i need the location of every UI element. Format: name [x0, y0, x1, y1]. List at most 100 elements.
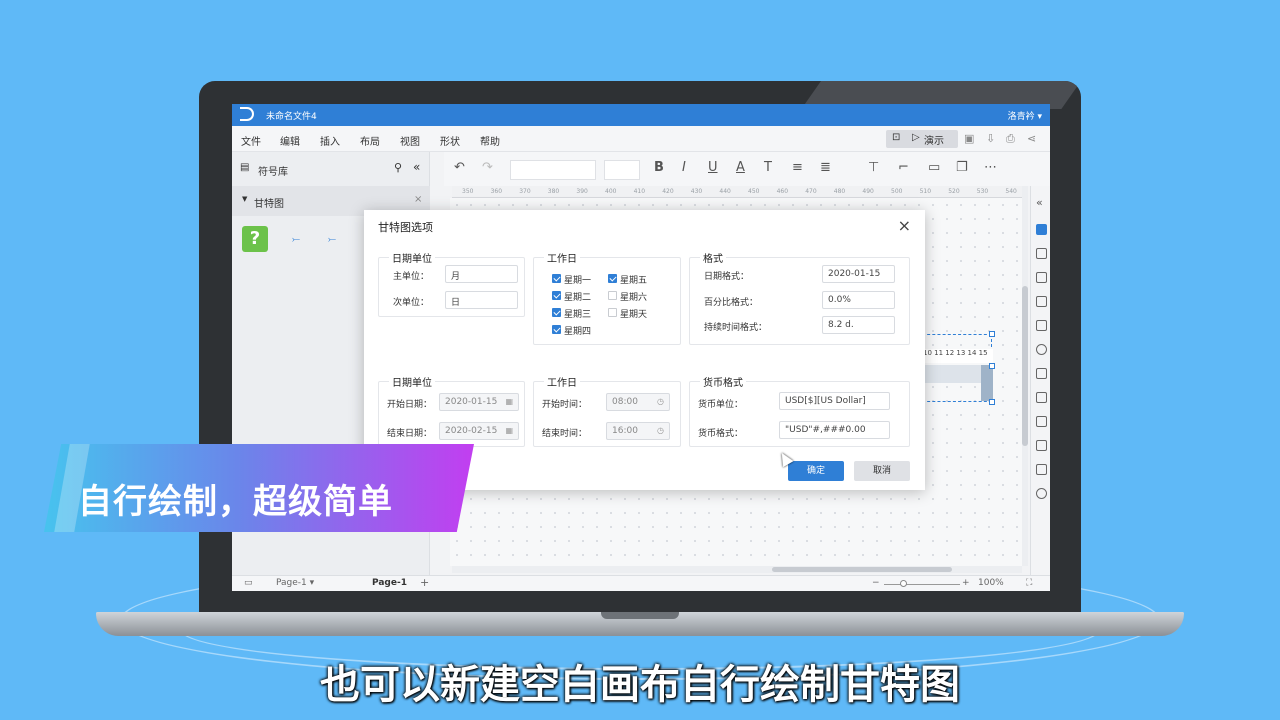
ruler-tick: 490 — [862, 188, 874, 195]
group-title: 工作日 — [544, 374, 580, 389]
resize-handle[interactable] — [989, 331, 995, 337]
font-color-icon[interactable]: A — [736, 160, 745, 175]
cancel-button[interactable]: 取消 — [854, 461, 910, 481]
text-style-icon[interactable]: T — [764, 160, 772, 175]
grid-icon[interactable] — [1036, 272, 1047, 283]
menu-shape[interactable]: 形状 — [440, 133, 460, 148]
style-icon[interactable] — [1036, 248, 1047, 259]
menu-bar: 文件 编辑 插入 布局 视图 形状 帮助 ⊡ ▷ 演示 ▣ ⇩ ⎙ ⋖ — [232, 126, 1050, 152]
question-shape-icon[interactable]: ? — [242, 226, 268, 252]
redo-icon[interactable]: ↷ — [482, 160, 493, 175]
data-icon[interactable] — [1036, 344, 1047, 355]
page-tab[interactable]: Page-1 — [372, 578, 407, 588]
menu-edit[interactable]: 编辑 — [280, 133, 300, 148]
menu-help[interactable]: 帮助 — [480, 133, 500, 148]
calendar-icon[interactable]: ▦ — [505, 426, 513, 435]
ruler-tick: 480 — [833, 188, 846, 195]
outline-icon[interactable] — [1036, 440, 1047, 451]
zoom-slider-thumb[interactable] — [900, 580, 907, 587]
zoom-slider[interactable] — [884, 584, 960, 585]
undo-icon[interactable]: ↶ — [454, 160, 465, 175]
menu-layout[interactable]: 布局 — [360, 133, 380, 148]
frame-icon[interactable]: ▭ — [928, 160, 940, 175]
close-icon[interactable]: × — [898, 216, 911, 235]
end-date-field[interactable]: 2020-02-15 ▦ — [439, 422, 519, 440]
ruler-tick: 530 — [976, 188, 989, 195]
print-icon[interactable]: ⎙ — [1006, 132, 1015, 146]
main-unit-field[interactable]: 月 — [445, 265, 518, 283]
workday-checkbox[interactable] — [552, 325, 561, 334]
hierarchy-icon[interactable] — [1036, 392, 1047, 403]
start-date-field[interactable]: 2020-01-15 ▦ — [439, 393, 519, 411]
ruler-tick: 520 — [948, 188, 960, 195]
presentation-icon[interactable] — [1036, 320, 1047, 331]
connector-icon[interactable]: ⌐ — [898, 160, 909, 175]
task-shape-icon[interactable]: ⤚ — [328, 234, 336, 245]
share-icon[interactable]: ⋖ — [1027, 132, 1036, 145]
percent-format-field[interactable]: 0.0% — [822, 291, 895, 309]
page-list-icon[interactable]: ▭ — [244, 578, 253, 588]
italic-icon[interactable]: I — [682, 160, 686, 175]
menu-insert[interactable]: 插入 — [320, 133, 340, 148]
zoom-level[interactable]: 100% — [978, 578, 1004, 588]
menu-file[interactable]: 文件 — [241, 133, 261, 148]
present-button[interactable]: ⊡ ▷ 演示 — [886, 130, 958, 148]
start-time-value: 08:00 — [612, 397, 638, 407]
align-icon[interactable]: ≡ — [792, 160, 803, 175]
currency-unit-field[interactable]: USD[$][US Dollar] — [779, 392, 890, 410]
search-icon[interactable]: ⚲ — [394, 161, 402, 174]
right-sidebar: « — [1030, 186, 1050, 575]
horizontal-scrollbar[interactable] — [452, 566, 1022, 573]
resize-handle[interactable] — [989, 399, 995, 405]
connect-icon[interactable] — [1036, 464, 1047, 475]
font-size-select[interactable] — [604, 160, 640, 180]
workday-checkbox[interactable] — [608, 308, 617, 317]
font-family-select[interactable] — [510, 160, 596, 180]
user-menu[interactable]: 洛青衿 ▾ — [1008, 109, 1042, 122]
workday-checkbox[interactable] — [608, 274, 617, 283]
workday-checkbox[interactable] — [552, 291, 561, 300]
close-icon[interactable]: × — [414, 194, 422, 205]
zoom-in-icon[interactable]: + — [962, 578, 970, 588]
fullscreen-icon[interactable]: ⛶ — [1026, 578, 1032, 588]
save-icon[interactable]: ▣ — [964, 132, 974, 145]
resize-handle[interactable] — [989, 363, 995, 369]
arrange-icon[interactable]: ❐ — [956, 160, 968, 175]
download-icon[interactable]: ⇩ — [986, 132, 995, 145]
image-icon[interactable] — [1036, 368, 1047, 379]
textbox-icon[interactable]: ⊤ — [868, 160, 879, 175]
history-icon[interactable] — [1036, 488, 1047, 499]
ruler-tick: 410 — [633, 188, 646, 195]
bold-icon[interactable]: B — [654, 160, 664, 175]
expand-icon[interactable]: « — [1036, 196, 1043, 209]
duration-format-field[interactable]: 8.2 d. — [822, 316, 895, 334]
layers-icon[interactable] — [1036, 296, 1047, 307]
collapse-icon[interactable]: « — [413, 160, 420, 174]
video-subtitle: 也可以新建空白画布自行绘制甘特图 — [320, 662, 960, 708]
more-icon[interactable]: ⋯ — [984, 160, 997, 175]
clock-icon[interactable]: ◷ — [657, 397, 664, 406]
page-icon[interactable] — [1036, 416, 1047, 427]
clock-icon[interactable]: ◷ — [657, 426, 664, 435]
line-spacing-icon[interactable]: ≣ — [820, 160, 831, 175]
milestone-shape-icon[interactable]: ⤚ — [292, 234, 300, 245]
workday-checkbox[interactable] — [608, 291, 617, 300]
start-time-field[interactable]: 08:00 ◷ — [606, 393, 670, 411]
zoom-out-icon[interactable]: − — [872, 578, 880, 588]
workday-checkbox[interactable] — [552, 308, 561, 317]
page-select[interactable]: Page-1 ▾ — [276, 578, 344, 588]
sub-unit-field[interactable]: 日 — [445, 291, 518, 309]
date-format-field[interactable]: 2020-01-15 — [822, 265, 895, 283]
underline-icon[interactable]: U — [708, 160, 718, 175]
gantt-chart-shape[interactable]: 10 11 12 13 14 15 — [919, 331, 995, 405]
calendar-icon[interactable]: ▦ — [505, 397, 513, 406]
ok-button[interactable]: 确定 — [788, 461, 844, 481]
currency-format-field[interactable]: "USD"#,###0.00 — [779, 421, 890, 439]
menu-view[interactable]: 视图 — [400, 133, 420, 148]
fill-icon[interactable] — [1036, 224, 1047, 235]
vertical-scrollbar[interactable] — [1022, 186, 1028, 566]
add-page-icon[interactable]: + — [420, 576, 429, 589]
workday-checkbox[interactable] — [552, 274, 561, 283]
end-time-field[interactable]: 16:00 ◷ — [606, 422, 670, 440]
gantt-row — [923, 365, 981, 383]
